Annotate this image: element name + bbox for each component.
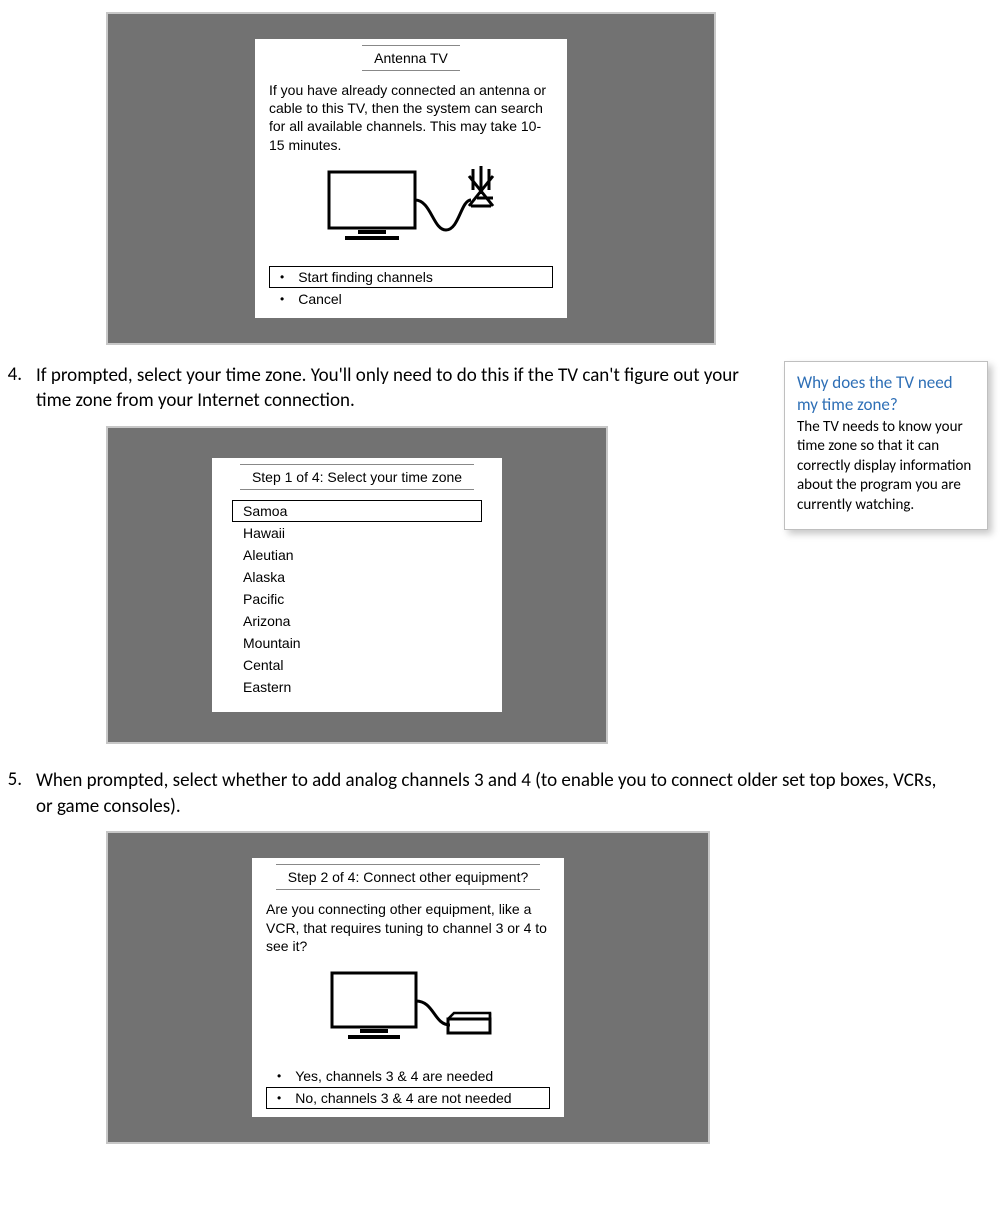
bullet-icon: • <box>277 1091 281 1105</box>
option-list: • Start finding channels • Cancel <box>255 264 567 318</box>
option-cancel[interactable]: • Cancel <box>269 288 553 310</box>
step-4: 4. If prompted, select your time zone. Y… <box>0 363 760 414</box>
step-number: 5. <box>0 768 22 791</box>
tz-label: Cental <box>243 657 283 673</box>
tv-panel: Antenna TV If you have already connected… <box>255 39 567 318</box>
sidebar-body: The TV needs to know your time zone so t… <box>797 418 975 516</box>
panel-title: Step 1 of 4: Select your time zone <box>240 464 474 490</box>
tz-label: Pacific <box>243 591 284 607</box>
panel-title: Antenna TV <box>362 45 460 71</box>
tz-item-alaska[interactable]: Alaska <box>232 566 482 588</box>
option-start-finding-channels[interactable]: • Start finding channels <box>269 266 553 288</box>
panel-body: If you have already connected an antenna… <box>255 71 567 160</box>
tz-label: Aleutian <box>243 547 294 563</box>
tz-label: Samoa <box>243 503 287 519</box>
timezone-screenshot: Step 1 of 4: Select your time zone Samoa… <box>106 426 608 744</box>
tv-frame: Antenna TV If you have already connected… <box>106 12 716 345</box>
vcr-illustration <box>252 961 564 1063</box>
timezone-list: Samoa Hawaii Aleutian Alaska Pacific Ari… <box>212 500 502 712</box>
antenna-illustration <box>255 160 567 264</box>
tv-frame: Step 2 of 4: Connect other equipment? Ar… <box>106 831 710 1144</box>
tv-frame: Step 1 of 4: Select your time zone Samoa… <box>106 426 608 744</box>
bullet-icon: • <box>277 1069 281 1083</box>
timezone-sidebar: Why does the TV need my time zone? The T… <box>784 361 988 531</box>
sidebar-title: Why does the TV need my time zone? <box>797 372 975 416</box>
option-label: No, channels 3 & 4 are not needed <box>295 1090 511 1106</box>
tz-item-central[interactable]: Cental <box>232 654 482 676</box>
tv-panel: Step 2 of 4: Connect other equipment? Ar… <box>252 858 564 1117</box>
tz-item-hawaii[interactable]: Hawaii <box>232 522 482 544</box>
connect-equipment-screenshot: Step 2 of 4: Connect other equipment? Ar… <box>106 831 710 1144</box>
tz-item-pacific[interactable]: Pacific <box>232 588 482 610</box>
option-label: Yes, channels 3 & 4 are needed <box>295 1068 493 1084</box>
option-label: Start finding channels <box>298 269 433 285</box>
tz-item-aleutian[interactable]: Aleutian <box>232 544 482 566</box>
tz-label: Eastern <box>243 679 291 695</box>
tz-label: Mountain <box>243 635 301 651</box>
panel-body: Are you connecting other equipment, like… <box>252 890 564 961</box>
tz-label: Arizona <box>243 613 290 629</box>
bullet-icon: • <box>280 292 284 306</box>
option-no-channels-not-needed[interactable]: • No, channels 3 & 4 are not needed <box>266 1087 550 1109</box>
tz-item-eastern[interactable]: Eastern <box>232 676 482 698</box>
tv-panel: Step 1 of 4: Select your time zone Samoa… <box>212 458 502 712</box>
tz-item-mountain[interactable]: Mountain <box>232 632 482 654</box>
option-list: • Yes, channels 3 & 4 are needed • No, c… <box>252 1063 564 1117</box>
panel-title: Step 2 of 4: Connect other equipment? <box>276 864 541 890</box>
option-yes-channels-needed[interactable]: • Yes, channels 3 & 4 are needed <box>266 1065 550 1087</box>
step-5: 5. When prompted, select whether to add … <box>0 768 1006 819</box>
step-text: When prompted, select whether to add ana… <box>36 768 956 819</box>
step-number: 4. <box>0 363 22 386</box>
tz-label: Hawaii <box>243 525 285 541</box>
tz-label: Alaska <box>243 569 285 585</box>
step-text: If prompted, select your time zone. You'… <box>36 363 756 414</box>
option-label: Cancel <box>298 291 342 307</box>
bullet-icon: • <box>280 270 284 284</box>
tz-item-arizona[interactable]: Arizona <box>232 610 482 632</box>
tz-item-samoa[interactable]: Samoa <box>232 500 482 522</box>
antenna-tv-screenshot: Antenna TV If you have already connected… <box>106 12 716 345</box>
